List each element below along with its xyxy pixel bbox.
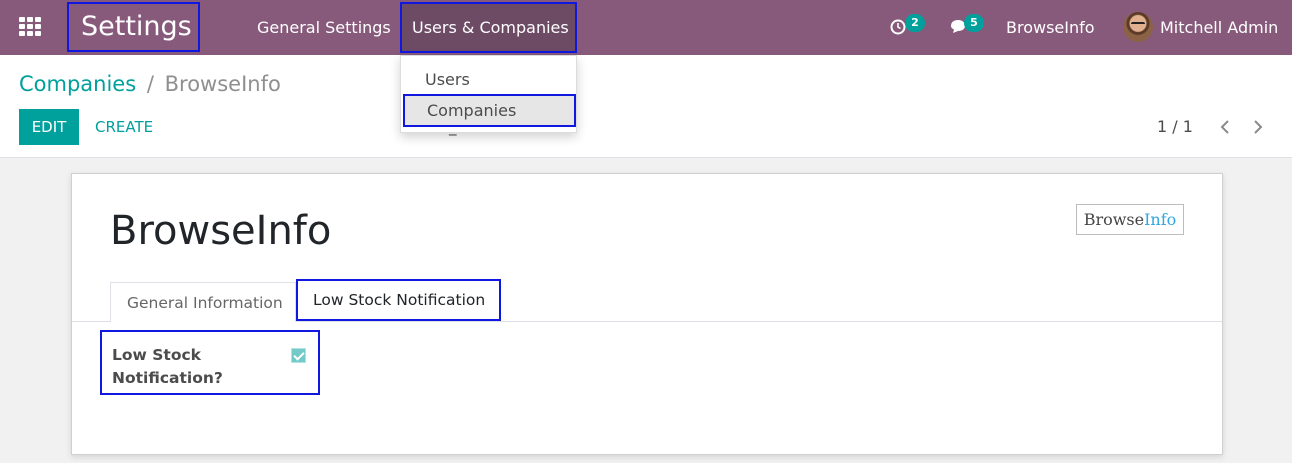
chevron-right-icon[interactable] [1248, 115, 1268, 139]
company-logo[interactable]: BrowseInfo [1076, 204, 1184, 235]
dropdown-item-users[interactable]: Users [401, 70, 576, 90]
create-button[interactable]: CREATE [95, 109, 153, 145]
apps-grid-icon[interactable] [19, 17, 41, 37]
menu-general-settings[interactable]: General Settings [257, 0, 391, 55]
low-stock-field: Low Stock Notification? [100, 330, 320, 395]
menu-users-companies[interactable]: Users & Companies [400, 2, 577, 53]
breadcrumb-companies-link[interactable]: Companies [19, 72, 136, 96]
record-name: BrowseInfo [110, 208, 332, 254]
avatar[interactable] [1123, 12, 1153, 42]
low-stock-label: Low Stock Notification? [112, 346, 223, 387]
edit-button[interactable]: EDIT [19, 109, 79, 145]
tab-general-information[interactable]: General Information [110, 282, 296, 322]
breadcrumb-separator: / [146, 72, 154, 96]
company-switcher[interactable]: BrowseInfo [1006, 0, 1095, 55]
tab-low-stock-notification[interactable]: Low Stock Notification [296, 279, 501, 321]
dropdown-item-companies[interactable]: Companies [403, 94, 576, 127]
pager-value[interactable]: 1 / 1 [1157, 117, 1193, 136]
messages-count-badge: 5 [964, 14, 984, 32]
users-companies-dropdown: Users Companies [400, 55, 577, 133]
chevron-left-icon[interactable] [1215, 115, 1235, 139]
control-panel: Companies / BrowseInfo EDIT CREATE _ on … [0, 55, 1292, 158]
breadcrumb-current: BrowseInfo [164, 72, 281, 96]
activity-count-badge: 2 [905, 14, 925, 32]
user-menu[interactable]: Mitchell Admin [1160, 0, 1278, 55]
checkbox-checked-icon[interactable] [291, 348, 306, 363]
form-sheet: BrowseInfo BrowseInfo General Informatio… [71, 173, 1223, 455]
app-title[interactable]: Settings [67, 2, 200, 52]
breadcrumb: Companies / BrowseInfo [19, 70, 281, 98]
top-navbar: Settings General Settings Users & Compan… [0, 0, 1292, 55]
